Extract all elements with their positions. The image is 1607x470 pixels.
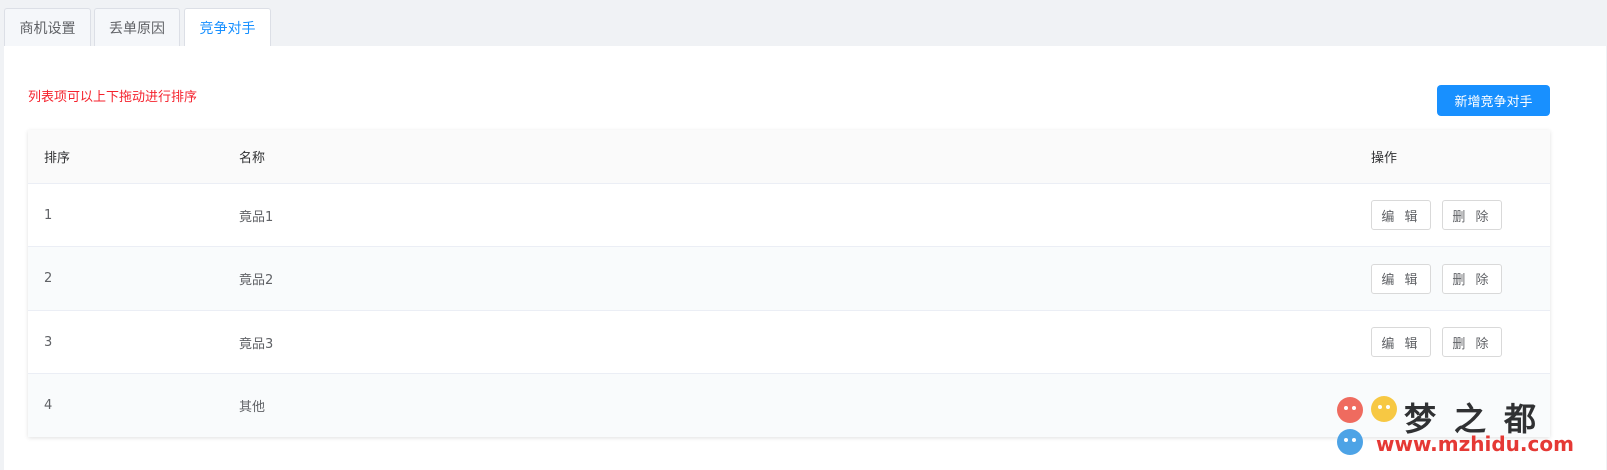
smiley-yellow-icon [1371,396,1397,422]
row-sort: 4 [44,398,53,413]
delete-button[interactable]: 删 除 [1442,327,1502,357]
delete-button[interactable]: 删 除 [1442,263,1502,294]
row-name: 竟品3 [239,336,274,352]
row-sort: 1 [44,207,53,223]
table-header: 排序 名称 操作 [28,130,1550,184]
header-name: 名称 [239,151,266,166]
smiley-blue-icon [1337,429,1363,455]
drag-sort-hint: 列表项可以上下拖动进行排序 [28,90,198,105]
edit-button[interactable]: 编 辑 [1371,263,1431,294]
header-ops: 操作 [1371,151,1398,166]
delete-button[interactable]: 删 除 [1442,200,1502,230]
add-competitor-button[interactable]: 新增竞争对手 [1437,85,1550,116]
table-row[interactable]: 1 竟品1 编 辑 删 除 [28,184,1550,247]
tab-opportunity-settings[interactable]: 商机设置 [4,8,91,46]
row-name: 竟品2 [239,273,274,288]
row-ops: 编 辑 删 除 [1371,311,1513,373]
tab-competitors[interactable]: 竞争对手 [184,8,271,47]
tab-bar: 商机设置 丢单原因 竞争对手 [0,0,1607,47]
row-sort: 3 [44,334,53,350]
site-watermark: 梦之都 www.mzhidu.com [1334,394,1574,464]
header-sort: 排序 [44,151,71,166]
row-ops: 编 辑 删 除 [1371,184,1513,246]
table-row[interactable]: 2 竟品2 编 辑 删 除 [28,247,1550,311]
competitor-table: 排序 名称 操作 1 竟品1 编 辑 删 除 2 竟品2 编 辑 删 除 3 竟… [28,130,1550,437]
row-ops: 编 辑 删 除 [1371,247,1513,310]
smiley-red-icon [1337,397,1363,423]
row-name: 其他 [239,400,266,415]
row-name: 竟品1 [239,209,274,225]
tab-lost-reasons[interactable]: 丢单原因 [94,8,180,46]
table-row[interactable]: 3 竟品3 编 辑 删 除 [28,311,1550,374]
watermark-url: www.mzhidu.com [1376,432,1574,456]
row-sort: 2 [44,271,53,286]
edit-button[interactable]: 编 辑 [1371,327,1431,357]
table-row[interactable]: 4 其他 [28,374,1550,437]
edit-button[interactable]: 编 辑 [1371,200,1431,230]
